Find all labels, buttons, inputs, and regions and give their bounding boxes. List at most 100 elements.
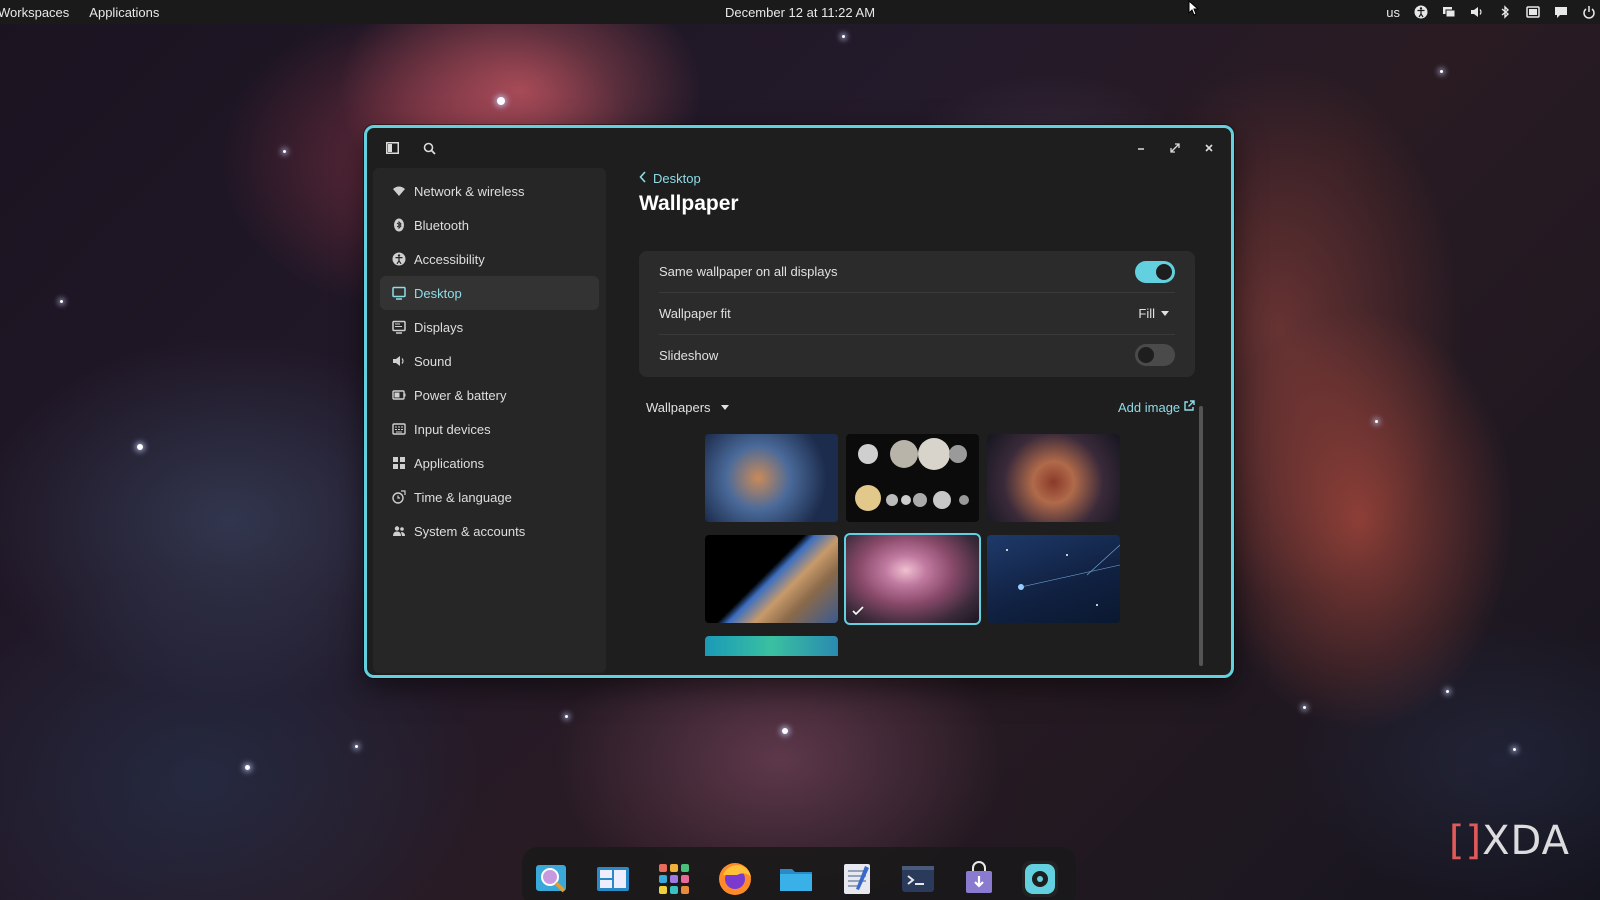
keyboard-icon	[392, 422, 406, 436]
users-icon	[392, 524, 406, 538]
sidebar-item-input-devices[interactable]: Input devices	[380, 412, 599, 446]
slideshow-row: Slideshow	[659, 334, 1175, 375]
sidebar-item-label: Time & language	[414, 489, 512, 505]
chevron-down-icon	[1161, 310, 1169, 316]
wallpaper-fit-dropdown[interactable]: Fill	[1138, 306, 1169, 321]
apps-grid-icon	[392, 456, 406, 470]
files-icon[interactable]	[778, 861, 814, 897]
chevron-down-icon	[720, 405, 729, 410]
app-grid-icon[interactable]	[656, 861, 692, 897]
xda-logo-bracket: ]	[1465, 818, 1483, 864]
same-wallpaper-toggle[interactable]	[1135, 260, 1175, 283]
sidebar-item-label: Power & battery	[414, 387, 507, 403]
monitor-icon	[392, 286, 406, 300]
wifi-icon	[392, 184, 406, 198]
wallpaper-thumbnail-orion-selected[interactable]	[844, 533, 981, 625]
add-image-label: Add image	[1118, 400, 1181, 415]
wallpaper-thumbnail-earth[interactable]	[705, 535, 838, 623]
sidebar-item-label: System & accounts	[414, 523, 526, 539]
same-wallpaper-label: Same wallpaper on all displays	[659, 264, 838, 279]
firefox-icon[interactable]	[717, 861, 753, 897]
sidebar-item-system-accounts[interactable]: System & accounts	[380, 514, 599, 548]
wallpaper-fit-label: Wallpaper fit	[659, 305, 731, 321]
wallpaper-page: Desktop Wallpaper Same wallpaper on all …	[639, 168, 1211, 675]
top-panel: Workspaces Applications December 12 at 1…	[0, 0, 1600, 24]
xda-watermark-text: XDA	[1482, 818, 1570, 864]
sidebar-item-label: Network & wireless	[414, 183, 525, 199]
sidebar-item-sound[interactable]: Sound	[380, 344, 599, 378]
wallpaper-source-dropdown[interactable]: Wallpapers	[646, 400, 729, 415]
settings-sidebar: Network & wireless Bluetooth Accessibili…	[373, 168, 606, 673]
window-header	[367, 128, 1231, 168]
checkmark-icon	[852, 605, 864, 619]
wallpaper-settings-card: Same wallpaper on all displays Wallpaper…	[639, 251, 1195, 377]
external-link-icon	[1183, 400, 1195, 415]
settings-app-icon[interactable]	[1022, 861, 1058, 897]
chevron-left-icon	[639, 170, 647, 186]
workspaces-button[interactable]: Workspaces	[0, 5, 69, 20]
xda-watermark: []XDA	[1449, 818, 1570, 864]
wallpaper-source-label: Wallpapers	[646, 400, 711, 415]
minimize-icon[interactable]	[1131, 138, 1151, 158]
sidebar-item-bluetooth[interactable]: Bluetooth	[380, 208, 599, 242]
same-wallpaper-row: Same wallpaper on all displays	[659, 251, 1175, 292]
search-icon[interactable]	[419, 138, 439, 158]
sidebar-item-label: Input devices	[414, 421, 491, 437]
globe-clock-icon	[392, 490, 406, 504]
breadcrumb[interactable]: Desktop	[639, 168, 701, 188]
power-icon[interactable]	[1582, 5, 1596, 19]
accessibility-icon	[392, 252, 406, 266]
bluetooth-icon	[392, 218, 406, 232]
sidebar-item-label: Sound	[414, 353, 452, 369]
dock	[522, 847, 1076, 900]
battery-icon[interactable]	[1526, 5, 1540, 19]
notifications-icon[interactable]	[1554, 5, 1568, 19]
sidebar-item-accessibility[interactable]: Accessibility	[380, 242, 599, 276]
sidebar-item-label: Displays	[414, 319, 464, 335]
sidebar-item-applications[interactable]: Applications	[380, 446, 599, 480]
applications-button[interactable]: Applications	[89, 5, 159, 20]
slideshow-toggle[interactable]	[1135, 344, 1175, 366]
accessibility-icon[interactable]	[1414, 5, 1428, 19]
wallpaper-thumbnail-teal[interactable]	[705, 636, 838, 656]
clock[interactable]: December 12 at 11:22 AM	[725, 5, 875, 20]
bluetooth-icon[interactable]	[1498, 5, 1512, 19]
speaker-icon	[392, 354, 406, 368]
close-icon[interactable]	[1199, 138, 1219, 158]
battery-icon	[392, 388, 406, 402]
wallpaper-fit-value: Fill	[1138, 305, 1155, 321]
store-icon[interactable]	[961, 861, 997, 897]
sidebar-item-time-language[interactable]: Time & language	[380, 480, 599, 514]
breadcrumb-label: Desktop	[653, 170, 701, 186]
wallpaper-thumbnail-starfield[interactable]	[987, 535, 1120, 623]
display-icon	[392, 320, 406, 334]
volume-icon[interactable]	[1470, 5, 1484, 19]
search-app-icon[interactable]	[534, 861, 570, 897]
wallpaper-thumbnail-moons[interactable]	[846, 434, 979, 522]
slideshow-label: Slideshow	[659, 347, 719, 363]
maximize-icon[interactable]	[1165, 138, 1185, 158]
sidebar-item-label: Desktop	[414, 285, 462, 301]
wallpaper-fit-row: Wallpaper fit Fill	[659, 292, 1175, 333]
terminal-icon[interactable]	[900, 861, 936, 897]
workspaces-app-icon[interactable]	[595, 861, 631, 897]
text-editor-icon[interactable]	[839, 861, 875, 897]
xda-logo-bracket: [	[1448, 818, 1466, 864]
add-image-link[interactable]: Add image	[1118, 400, 1195, 415]
wallpaper-thumbnail-red-nebula[interactable]	[987, 434, 1120, 522]
page-title: Wallpaper	[639, 192, 739, 215]
mouse-cursor	[1188, 0, 1200, 21]
sidebar-item-power[interactable]: Power & battery	[380, 378, 599, 412]
keyboard-layout-indicator[interactable]: us	[1386, 5, 1400, 20]
wallpaper-thumbnail-blue-nebula[interactable]	[705, 434, 838, 522]
sidebar-item-label: Accessibility	[414, 251, 485, 267]
sidebar-item-displays[interactable]: Displays	[380, 310, 599, 344]
content-scrollbar[interactable]	[1199, 406, 1203, 666]
sidebar-icon[interactable]	[382, 138, 402, 158]
sidebar-item-desktop[interactable]: Desktop	[380, 276, 599, 310]
settings-window: Network & wireless Bluetooth Accessibili…	[364, 125, 1234, 678]
sidebar-item-label: Bluetooth	[414, 217, 469, 233]
sidebar-item-network[interactable]: Network & wireless	[380, 174, 599, 208]
sidebar-item-label: Applications	[414, 455, 485, 471]
network-icon[interactable]	[1442, 5, 1456, 19]
